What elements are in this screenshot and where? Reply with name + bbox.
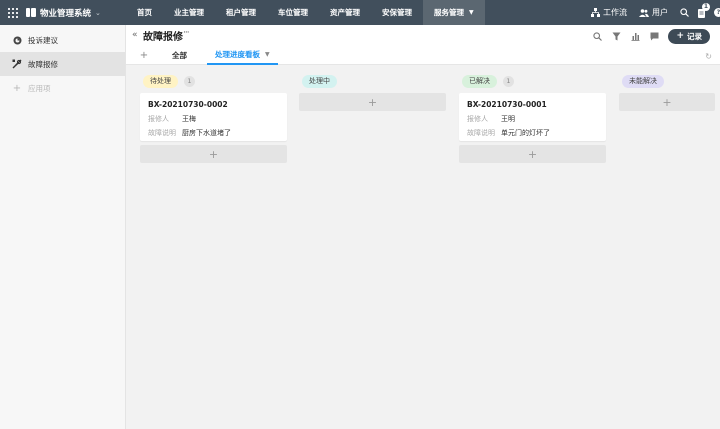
- app-title[interactable]: 物业管理系统: [40, 7, 91, 19]
- card-field: 报修人 王梅: [148, 115, 196, 123]
- add-record-button[interactable]: + 记录: [668, 28, 710, 44]
- sidebar-add-app-item[interactable]: + 应用项: [0, 76, 125, 100]
- add-card-button[interactable]: +: [619, 93, 715, 111]
- sidebar-item-complaints[interactable]: 投诉建议: [0, 28, 125, 52]
- nav-item-home[interactable]: 首页: [126, 0, 163, 25]
- nav-item-assets[interactable]: 资产管理: [319, 0, 371, 25]
- status-badge: 处理中: [302, 74, 337, 88]
- nav-item-parking[interactable]: 车位管理: [267, 0, 319, 25]
- card-field: 故障说明 单元门的灯坏了: [467, 129, 550, 137]
- sidebar: 投诉建议 故障报修 + 应用项: [0, 25, 126, 429]
- card-field: 报修人 王明: [467, 115, 515, 123]
- record-card[interactable]: BX-20210730-0001 报修人 王明 故障说明 单元门的灯坏了: [459, 93, 606, 141]
- board-column-pending: 待处理 1 BX-20210730-0002 报修人 王梅 故障说明 厨房下水道…: [140, 74, 287, 163]
- chevron-down-icon[interactable]: ⌄: [95, 9, 101, 17]
- chevron-down-icon: ▼: [469, 9, 474, 16]
- card-title: BX-20210730-0002: [148, 100, 228, 109]
- chat-icon: [12, 35, 22, 45]
- record-card[interactable]: BX-20210730-0002 报修人 王梅 故障说明 厨房下水道堵了: [140, 93, 287, 141]
- notification-icon[interactable]: 1: [697, 2, 710, 18]
- column-count: 1: [503, 75, 514, 87]
- chart-icon[interactable]: [630, 31, 640, 41]
- add-view-icon[interactable]: +: [136, 46, 152, 65]
- tab-all[interactable]: 全部: [164, 46, 195, 65]
- filter-icon[interactable]: [611, 31, 621, 41]
- users-link[interactable]: 用户: [639, 7, 668, 18]
- app-grid-icon[interactable]: [8, 7, 18, 18]
- column-count: 1: [184, 75, 195, 87]
- column-header: 已解决 1: [462, 74, 606, 88]
- search-icon[interactable]: [592, 31, 602, 41]
- view-tabs: + 全部 处理进度看板 ▼: [126, 46, 278, 65]
- chevron-down-icon: ▼: [265, 51, 270, 58]
- comment-icon[interactable]: [649, 31, 659, 41]
- plus-icon: +: [12, 82, 22, 94]
- refresh-icon[interactable]: ↻: [705, 52, 712, 61]
- status-badge: 已解决: [462, 74, 497, 88]
- nav-item-owners[interactable]: 业主管理: [163, 0, 215, 25]
- page-title: 故障报修: [143, 32, 183, 43]
- board-column-unresolved: 未能解决 +: [619, 74, 715, 111]
- top-right-tools: 工作流 用户 1 ?: [591, 0, 720, 25]
- more-options-icon[interactable]: ···: [183, 28, 190, 38]
- notification-badge: 1: [702, 2, 710, 11]
- add-card-button[interactable]: +: [459, 145, 606, 163]
- tools-icon: [12, 59, 22, 69]
- app-logo-icon: [26, 8, 36, 17]
- status-badge: 未能解决: [622, 74, 664, 88]
- plus-icon: +: [676, 31, 684, 41]
- main-nav: 首页 业主管理 租户管理 车位管理 资产管理 安保管理 服务管理 ▼: [126, 0, 485, 25]
- column-header: 待处理 1: [143, 74, 287, 88]
- users-icon: [639, 8, 649, 17]
- sidebar-add-label: 应用项: [28, 83, 51, 93]
- add-card-button[interactable]: +: [299, 93, 446, 111]
- page-header: « 故障报修 ··· + 记录 + 全部 处理进度看板 ▼ ↻: [126, 25, 720, 65]
- card-title: BX-20210730-0001: [467, 100, 547, 109]
- collapse-sidebar-icon[interactable]: «: [132, 30, 138, 40]
- column-header: 处理中: [302, 74, 446, 88]
- search-icon[interactable]: [680, 8, 689, 17]
- sidebar-item-label: 投诉建议: [28, 35, 58, 45]
- sidebar-item-label: 故障报修: [28, 59, 58, 69]
- nav-item-security[interactable]: 安保管理: [371, 0, 423, 25]
- top-bar: 物业管理系统 ⌄ 首页 业主管理 租户管理 车位管理 资产管理 安保管理 服务管…: [0, 0, 720, 25]
- nav-item-services[interactable]: 服务管理 ▼: [423, 0, 485, 25]
- nav-item-tenants[interactable]: 租户管理: [215, 0, 267, 25]
- tab-progress-board[interactable]: 处理进度看板 ▼: [207, 46, 278, 65]
- add-card-button[interactable]: +: [140, 145, 287, 163]
- workflow-link[interactable]: 工作流: [591, 7, 627, 18]
- workflow-icon: [591, 8, 600, 17]
- column-header: 未能解决: [622, 74, 715, 88]
- sidebar-item-repair[interactable]: 故障报修: [0, 52, 125, 76]
- board-column-resolved: 已解决 1 BX-20210730-0001 报修人 王明 故障说明 单元门的灯…: [459, 74, 606, 163]
- kanban-board: 待处理 1 BX-20210730-0002 报修人 王梅 故障说明 厨房下水道…: [126, 66, 720, 429]
- help-icon[interactable]: ?: [714, 8, 720, 17]
- board-column-in-progress: 处理中 +: [299, 74, 446, 111]
- header-tools: + 记录: [592, 28, 710, 44]
- card-field: 故障说明 厨房下水道堵了: [148, 129, 231, 137]
- status-badge: 待处理: [143, 74, 178, 88]
